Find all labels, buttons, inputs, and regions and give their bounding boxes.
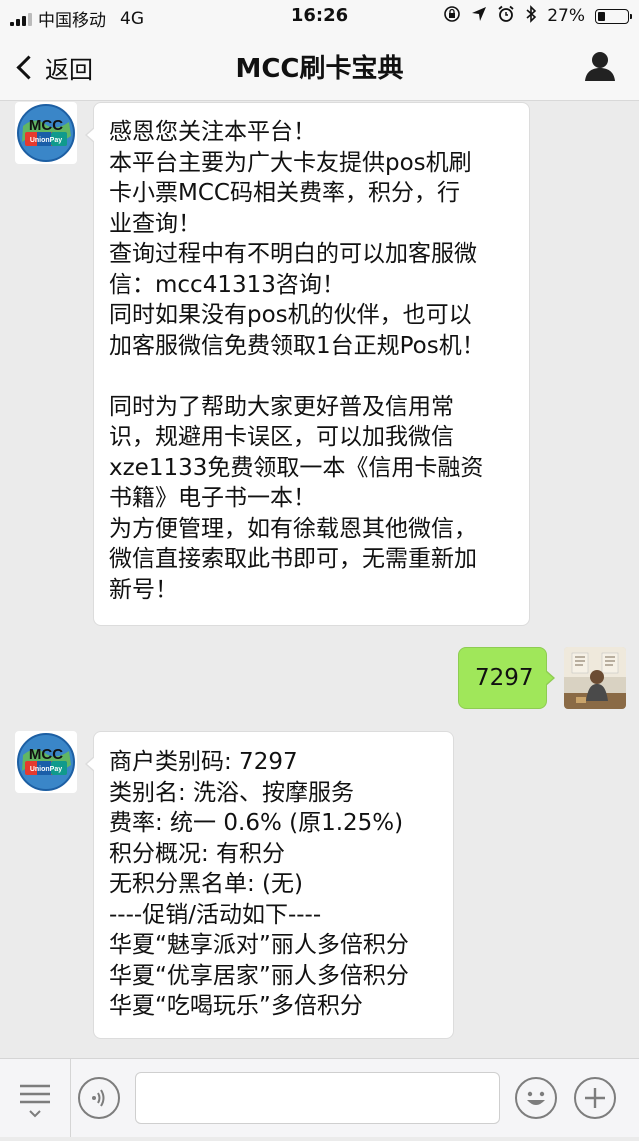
more-actions-button[interactable] [574,1077,616,1119]
orientation-lock-icon [443,5,461,27]
message-line: xze1133免费领取一本《信用卡融资 [109,454,484,481]
alarm-icon [497,5,515,27]
message-line: 识，规避用卡误区，可以加我微信 [109,424,454,450]
message-line: 业查询！ [109,210,201,237]
menu-toggle-button[interactable] [0,1059,71,1137]
message-line: 同时如果没有pos机的伙伴，也可以 [109,302,472,328]
message-line: 费率: 统一 0.6% (原1.25%) [109,810,404,836]
message-line: 卡小票MCC码相关费率，积分，行 [109,180,460,206]
user-avatar[interactable] [564,647,626,709]
bot-avatar[interactable]: UnionPay MCC [15,731,77,793]
message-line: ----促销/活动如下---- [109,901,322,928]
status-bar: 中国移动 4G 16:26 27% [0,0,639,32]
message-line [109,361,513,392]
message-line: 查询过程中有不明白的可以加客服微 [109,241,477,267]
message-text: 商户类别码: 7297 类别名: 洗浴、按摩服务费率: 统一 0.6% (原1.2… [109,747,437,1022]
plus-icon [585,1088,605,1108]
message-line: 华夏“吃喝玩乐”多倍积分 [109,993,363,1019]
bluetooth-icon [525,5,537,27]
mcc-logo-icon: UnionPay MCC [15,731,77,793]
message-line: 类别名: 洗浴、按摩服务 [109,779,355,806]
mcc-logo-icon: UnionPay MCC [15,102,77,164]
message-line: 新号！ [109,576,178,603]
location-icon [471,6,487,26]
avatar-logo-text: MCC [29,117,63,134]
emoji-button[interactable] [515,1077,557,1119]
top-bar: 中国移动 4G 16:26 27% 返回 MCC刷卡宝典 [0,0,639,101]
message-bubble-mcc-result[interactable]: 商户类别码: 7297 类别名: 洗浴、按摩服务费率: 统一 0.6% (原1.2… [85,731,454,1039]
message-line: 同时为了帮助大家更好普及信用常 [109,393,454,420]
input-bar [0,1058,639,1137]
message-line: 加客服微信免费领取1台正规Pos机！ [109,332,485,359]
message-input[interactable] [135,1072,500,1124]
message-line: 微信直接索取此书即可，无需重新加 [109,546,477,572]
battery-icon [595,8,632,24]
message-line: 无积分黑名单: (无) [109,871,304,897]
message-bubble-user[interactable]: 7297 [458,647,555,709]
page-title: MCC刷卡宝典 [235,54,404,84]
message-line: 华夏“魅享派对”丽人多倍积分 [109,932,409,958]
message-line: 为方便管理，如有徐载恩其他微信， [109,515,477,542]
message-line: 商户类别码: 7297 [109,749,298,775]
user-profile-button[interactable] [583,50,617,82]
menu-list-icon [20,1084,50,1118]
message-line: 本平台主要为广大卡友提供pos机刷 [109,149,472,176]
message-line: 感恩您关注本平台！ [109,119,316,145]
nav-bar: 返回 MCC刷卡宝典 [0,32,639,100]
avatar-logo-subtext: UnionPay [30,766,62,773]
voice-wave-icon [92,1089,105,1107]
message-line: 书籍》电子书一本！ [109,485,316,511]
battery-percent: 27% [547,6,585,26]
avatar-logo-subtext: UnionPay [30,137,62,144]
message-bubble-welcome[interactable]: 感恩您关注本平台！ 本平台主要为广大卡友提供pos机刷 卡小票MCC码相关费率，积分… [85,102,530,626]
smiley-face-icon [527,1091,545,1105]
message-line: 华夏“优享居家”丽人多倍积分 [109,962,409,989]
voice-input-button[interactable] [78,1077,120,1119]
bot-avatar[interactable]: UnionPay MCC [15,102,77,164]
message-text: 感恩您关注本平台！ 本平台主要为广大卡友提供pos机刷 卡小票MCC码相关费率，积分… [109,117,513,605]
battery-level-fill [598,11,605,21]
person-icon [585,52,615,81]
user-message-text: 7297 [475,665,534,691]
avatar-logo-text: MCC [29,746,63,763]
message-line: 积分概况: 有积分 [109,840,286,867]
message-line: 信：mcc41313咨询！ [109,271,345,298]
user-photo-icon [564,647,626,709]
